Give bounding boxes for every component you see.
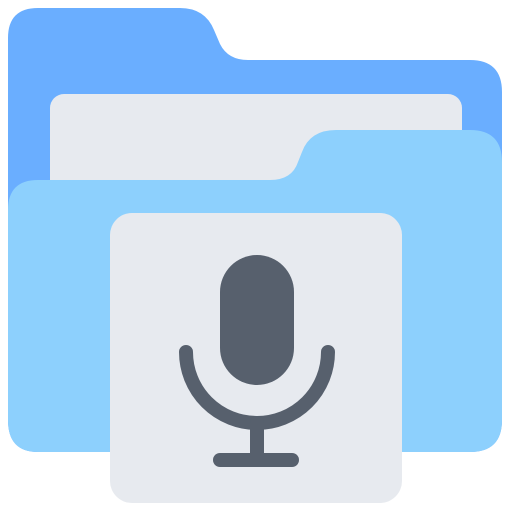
microphone-capsule [220, 255, 294, 385]
audio-folder-graphic [8, 8, 502, 503]
audio-folder-icon [0, 0, 512, 512]
